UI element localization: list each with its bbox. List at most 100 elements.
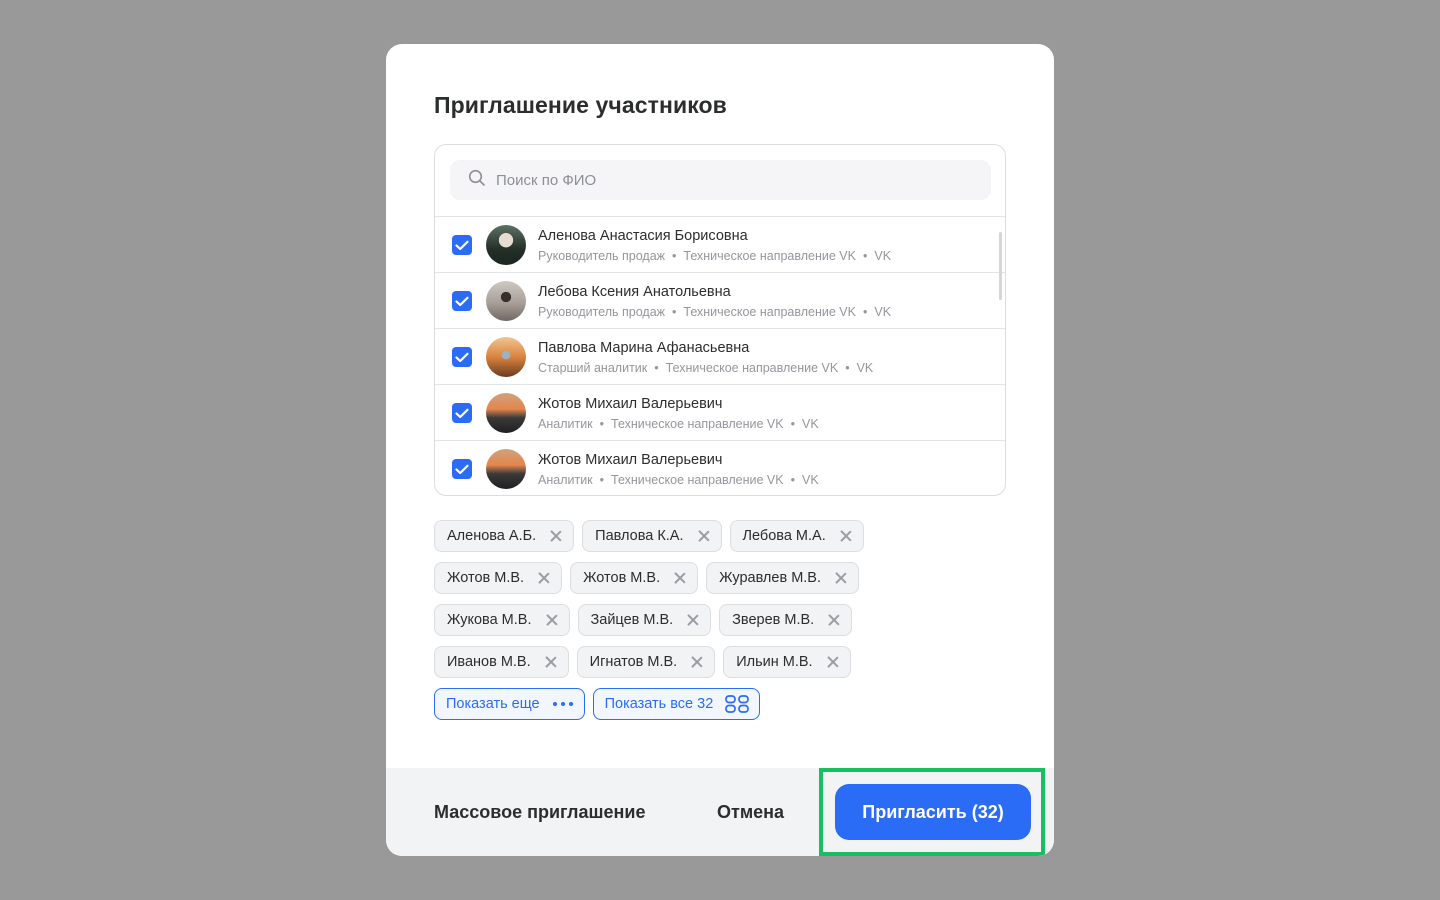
chip-label: Игнатов М.В. — [589, 654, 678, 670]
selected-chip: Жотов М.В. — [434, 562, 563, 594]
check-icon — [455, 464, 469, 474]
chip-row: Жукова М.В. Зайцев М.В. Зверев М.В. — [434, 604, 1014, 636]
close-icon[interactable] — [827, 656, 839, 668]
person-role: Руководитель продаж — [538, 249, 666, 263]
close-icon[interactable] — [545, 656, 557, 668]
person-row[interactable]: Лебова Ксения Анатольевна Руководитель пр… — [435, 272, 1005, 328]
chip-label: Жукова М.В. — [447, 612, 532, 628]
chip-label: Аленова А.Б. — [447, 528, 537, 544]
cancel-button[interactable]: Отмена — [717, 802, 784, 823]
selected-chip: Павлова К.А. — [582, 520, 722, 552]
person-name: Аленова Анастасия Борисовна — [538, 228, 748, 244]
person-org: VK — [874, 249, 892, 263]
person-dept: Техническое направление VK — [683, 249, 856, 263]
show-all-button[interactable]: Показать все 32 — [592, 688, 761, 720]
separator-dot: • — [790, 417, 795, 431]
person-dept: Техническое направление VK — [665, 361, 839, 375]
separator-dot: • — [862, 305, 868, 319]
person-name: Жотов Михаил Валерьевич — [538, 452, 723, 468]
separator-dot: • — [862, 249, 868, 263]
person-name: Жотов Михаил Валерьевич — [538, 396, 723, 412]
people-list-box: Аленова Анастасия Борисовна Руководитель … — [434, 144, 1006, 496]
person-checkbox[interactable] — [452, 347, 472, 367]
selected-chip: Игнатов М.В. — [576, 646, 716, 678]
selected-chip: Журавлев М.В. — [706, 562, 860, 594]
person-meta: Руководитель продаж • Техническое направле… — [538, 305, 891, 319]
separator-dot: • — [599, 417, 605, 431]
person-row[interactable]: Аленова Анастасия Борисовна Руководитель … — [435, 216, 1005, 272]
selected-chip: Жотов М.В. — [570, 562, 699, 594]
close-icon[interactable] — [538, 572, 550, 584]
selected-chip: Иванов М.В. — [434, 646, 569, 678]
separator-dot: • — [790, 473, 795, 487]
person-role: Старший аналитик — [538, 361, 648, 375]
person-row[interactable]: Жотов Михаил Валерьевич Аналитик • Техничес… — [435, 440, 1005, 495]
person-meta: Руководитель продаж • Техническое направле… — [538, 249, 891, 263]
person-meta: Аналитик • Техническое направление VK • VK — [538, 417, 819, 431]
person-dept: Техническое направление VK — [611, 473, 784, 487]
grid-icon — [725, 695, 750, 713]
person-checkbox[interactable] — [452, 235, 472, 255]
person-role: Аналитик — [538, 417, 593, 431]
chip-label: Журавлев М.В. — [719, 570, 822, 586]
modal-footer: Массовое приглашение Отмена Пригласить (… — [386, 768, 1054, 856]
close-icon[interactable] — [674, 572, 686, 584]
show-more-button[interactable]: Показать еще — [434, 688, 585, 720]
selected-chip: Зверев М.В. — [719, 604, 853, 636]
invite-button-highlight: Пригласить (32) — [819, 768, 1045, 856]
avatar — [486, 281, 526, 321]
selected-chip: Лебова М.А. — [729, 520, 864, 552]
person-checkbox[interactable] — [452, 291, 472, 311]
chip-label: Жотов М.В. — [583, 570, 661, 586]
chip-label: Иванов М.В. — [447, 654, 531, 670]
selected-chip: Аленова А.Б. — [434, 520, 575, 552]
person-org: VK — [802, 417, 819, 431]
chip-label: Зверев М.В. — [732, 612, 815, 628]
person-checkbox[interactable] — [452, 459, 472, 479]
chip-label: Жотов М.В. — [447, 570, 525, 586]
invite-button[interactable]: Пригласить (32) — [835, 784, 1031, 840]
check-icon — [455, 296, 469, 306]
check-icon — [455, 352, 469, 362]
person-meta: Старший аналитик • Техническое направление… — [538, 361, 873, 375]
person-row[interactable]: Жотов Михаил Валерьевич Аналитик • Техничес… — [435, 384, 1005, 440]
person-role: Руководитель продаж — [538, 305, 666, 319]
search-icon — [468, 169, 486, 192]
modal-title: Приглашение участников — [434, 92, 727, 118]
close-icon[interactable] — [840, 530, 852, 542]
show-all-label: Показать все 32 — [604, 696, 714, 712]
avatar — [486, 225, 526, 265]
person-name: Павлова Марина Афанасьевна — [538, 340, 750, 356]
close-icon[interactable] — [550, 530, 562, 542]
separator-dot: • — [672, 249, 677, 263]
separator-dot: • — [654, 361, 659, 375]
people-rows: Аленова Анастасия Борисовна Руководитель … — [435, 216, 1005, 495]
person-row[interactable]: Павлова Марина Афанасьевна Старший аналит… — [435, 328, 1005, 384]
list-scrollbar[interactable] — [999, 232, 1002, 300]
search-input[interactable] — [496, 171, 976, 189]
person-org: VK — [856, 361, 874, 375]
mass-invite-button[interactable]: Массовое приглашение — [434, 802, 645, 823]
chip-actions-row: Показать еще Показать все 32 — [434, 688, 1014, 720]
chip-label: Павлова К.А. — [595, 528, 684, 544]
person-dept: Техническое направление VK — [683, 305, 856, 319]
close-icon[interactable] — [687, 614, 699, 626]
more-dots-icon — [552, 701, 574, 707]
person-org: VK — [874, 305, 892, 319]
close-icon[interactable] — [546, 614, 558, 626]
search-field[interactable] — [450, 160, 991, 200]
avatar — [486, 449, 526, 489]
close-icon[interactable] — [828, 614, 840, 626]
selected-chip: Ильин М.В. — [723, 646, 851, 678]
close-icon[interactable] — [691, 656, 703, 668]
check-icon — [455, 240, 469, 250]
close-icon[interactable] — [698, 530, 710, 542]
chip-row: Иванов М.В. Игнатов М.В. Ильин М.В. — [434, 646, 1014, 678]
selected-chip: Жукова М.В. — [434, 604, 570, 636]
person-name: Лебова Ксения Анатольевна — [538, 284, 731, 300]
show-more-label: Показать еще — [446, 696, 540, 712]
person-checkbox[interactable] — [452, 403, 472, 423]
person-org: VK — [802, 473, 819, 487]
invite-modal: Приглашение участников Аленова Анастасия… — [386, 44, 1054, 856]
close-icon[interactable] — [835, 572, 847, 584]
